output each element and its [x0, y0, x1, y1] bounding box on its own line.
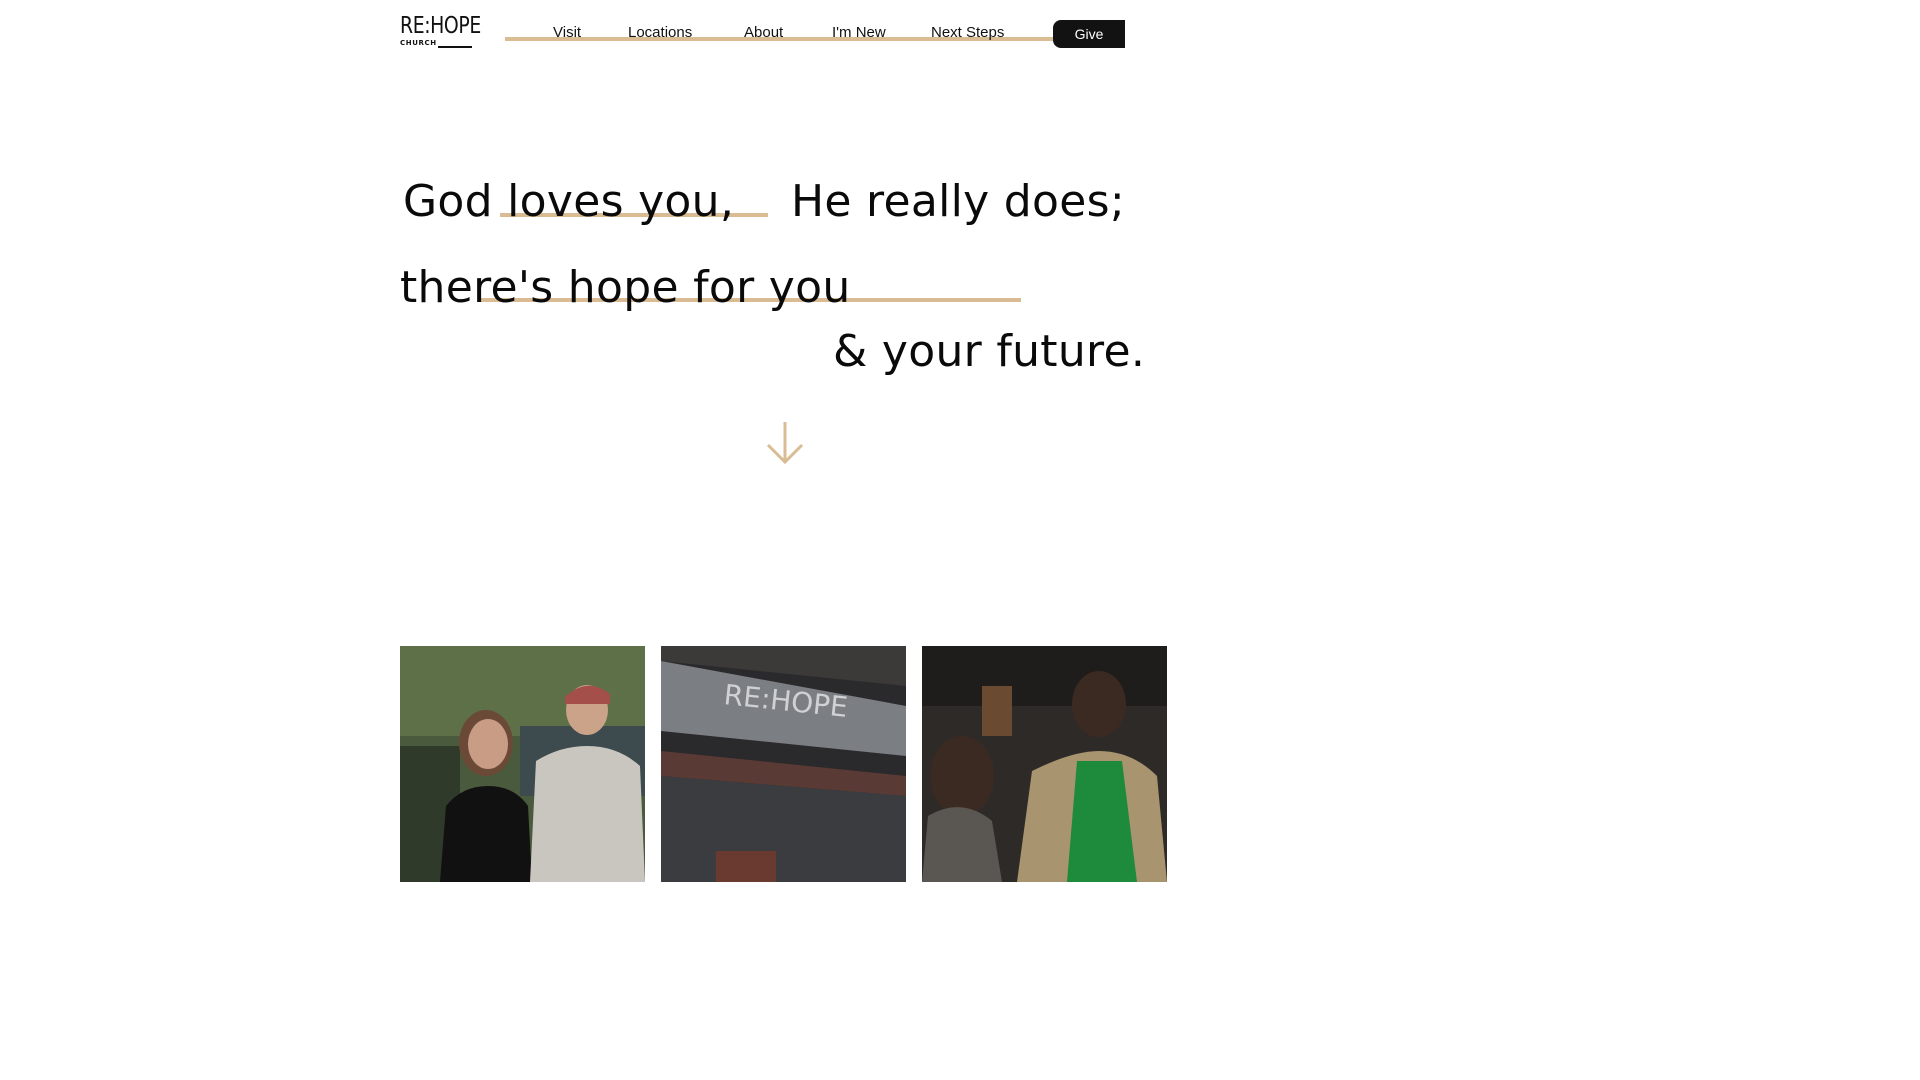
nav-item-im-new[interactable]: I'm New: [832, 24, 886, 42]
give-button[interactable]: Give: [1053, 20, 1125, 48]
page: RE:HOPE CHURCH Visit Locations About I'm…: [0, 0, 1568, 882]
church-sign-photo: RE:HOPE: [661, 646, 906, 882]
logo-wordmark: RE:HOPE: [400, 13, 481, 39]
people-photo: [400, 646, 645, 882]
logo-subtitle: CHURCH: [400, 39, 437, 47]
nav-item-locations[interactable]: Locations: [628, 24, 692, 42]
logo-rule: [438, 46, 472, 48]
hero-line-2: there's hope for you: [400, 262, 851, 313]
nav-item-visit[interactable]: Visit: [553, 24, 581, 42]
nav-item-next-steps[interactable]: Next Steps: [931, 24, 1004, 42]
hero-line-1b: He really does;: [791, 176, 1125, 227]
arrow-down-icon[interactable]: [765, 420, 805, 466]
nav-item-about[interactable]: About: [744, 24, 783, 42]
hero-line-3: & your future.: [833, 326, 1146, 377]
congregation-photo: [922, 646, 1167, 882]
hero-line-1a: God loves you,: [403, 176, 735, 227]
logo[interactable]: RE:HOPE CHURCH: [400, 14, 481, 50]
